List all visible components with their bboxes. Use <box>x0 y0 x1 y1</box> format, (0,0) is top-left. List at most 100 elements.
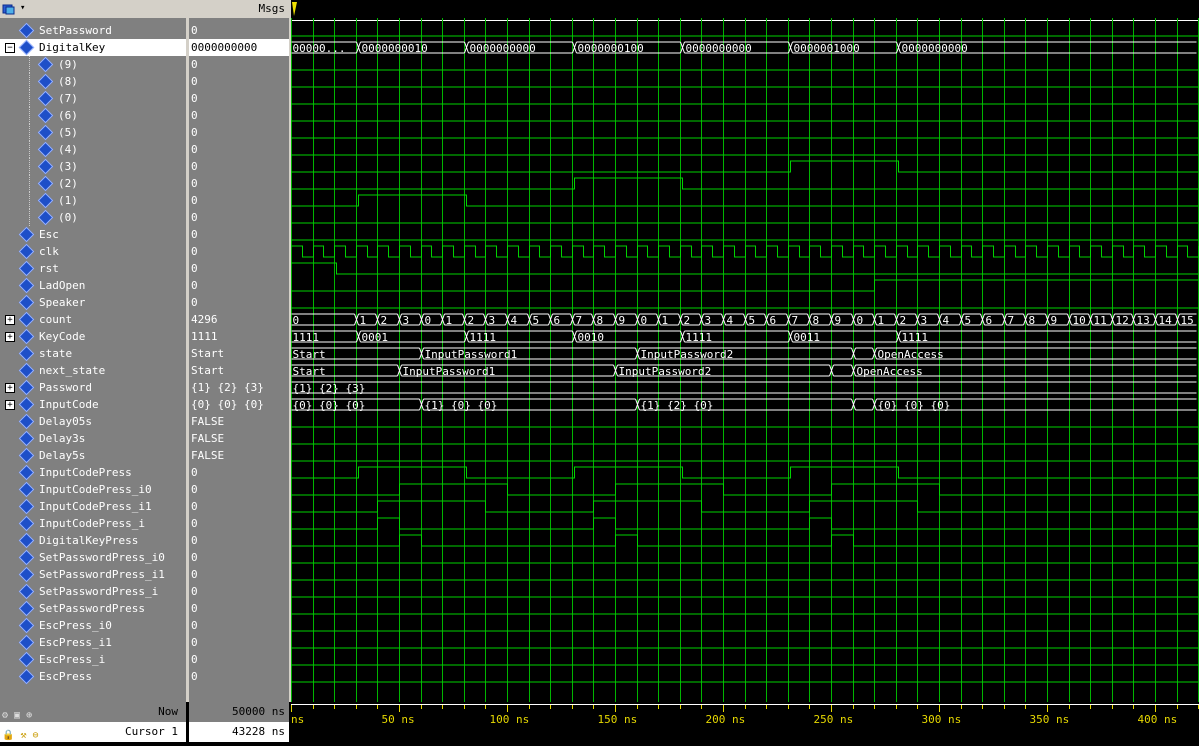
signal-waveform <box>291 500 1199 513</box>
signal-row[interactable]: − DigitalKey <box>0 39 186 56</box>
bus-segment <box>291 313 355 326</box>
signal-row[interactable]: InputCodePress <box>0 464 186 481</box>
signal-row[interactable]: EscPress_i1 <box>0 634 186 651</box>
signal-name: Esc <box>39 228 59 241</box>
signal-row[interactable]: (5) <box>0 124 186 141</box>
chevron-down-icon[interactable]: ▾ <box>20 3 25 13</box>
bus-value-label: 1111 <box>902 331 929 344</box>
signal-row[interactable]: EscPress_i <box>0 651 186 668</box>
signal-row[interactable]: EscPress <box>0 668 186 685</box>
pane-splitter[interactable] <box>186 0 189 742</box>
signal-row[interactable]: EscPress_i0 <box>0 617 186 634</box>
signal-row[interactable]: (3) <box>0 158 186 175</box>
signal-name: EscPress_i0 <box>39 619 112 632</box>
signals-menu-icon[interactable] <box>2 3 16 15</box>
signal-row[interactable]: Delay5s <box>0 447 186 464</box>
signal-value: 0 <box>191 466 198 479</box>
timeline-ruler[interactable]: ns 50 ns 100 ns 150 ns 200 ns 250 ns 300 ns 350… <box>291 702 1199 742</box>
signal-icon <box>18 447 35 464</box>
signal-row[interactable]: SetPasswordPress <box>0 600 186 617</box>
signal-name: InputCodePress_i1 <box>39 500 152 513</box>
bus-value-label: {1} {0} {0} <box>425 399 498 412</box>
bus-value-label: 0000001000 <box>794 42 860 55</box>
expand-icon[interactable]: + <box>5 400 15 410</box>
signal-icon <box>37 107 54 124</box>
signal-value: 0 <box>191 551 198 564</box>
signal-row[interactable]: InputCodePress_i1 <box>0 498 186 515</box>
signal-row[interactable]: SetPasswordPress_i1 <box>0 566 186 583</box>
signal-row[interactable]: Delay3s <box>0 430 186 447</box>
signal-names-pane: SetPassword − DigitalKey (9) (8) (7) (6) (5) (4)… <box>0 18 186 702</box>
signal-value: 0 <box>191 296 198 309</box>
signal-row[interactable]: InputCodePress_i <box>0 515 186 532</box>
signal-value: 0 <box>191 262 198 275</box>
signal-icon <box>18 651 35 668</box>
expand-icon[interactable]: + <box>5 315 15 325</box>
tree-line <box>29 107 30 124</box>
tree-line <box>29 175 30 192</box>
signal-icon <box>37 192 54 209</box>
signal-icon <box>18 39 35 56</box>
signal-row[interactable]: InputCodePress_i0 <box>0 481 186 498</box>
tree-line <box>29 90 30 107</box>
bus-value-label: 6 <box>770 314 777 327</box>
bus-segment <box>852 398 873 411</box>
bus-value-label: {0} {0} {0} <box>878 399 951 412</box>
bus-value-label: 1 <box>360 314 367 327</box>
signal-name: Speaker <box>39 296 86 309</box>
signal-name: Delay3s <box>39 432 86 445</box>
signal-row[interactable]: (8) <box>0 73 186 90</box>
signal-row[interactable]: Delay05s <box>0 413 186 430</box>
signal-value: 0 <box>191 24 198 37</box>
signal-icon <box>18 464 35 481</box>
signal-row[interactable]: (2) <box>0 175 186 192</box>
signal-value: 0 <box>191 177 198 190</box>
signal-row[interactable]: + KeyCode <box>0 328 186 345</box>
lock-icon[interactable]: 🔒 ⚒ ⊖ <box>2 726 39 746</box>
expand-icon[interactable]: + <box>5 332 15 342</box>
signal-row[interactable]: rst <box>0 260 186 277</box>
signal-row[interactable]: (1) <box>0 192 186 209</box>
waveform-pane[interactable]: 00000... 0000000010 0000000000 0000000100 00… <box>291 18 1199 702</box>
signal-row[interactable]: + InputCode <box>0 396 186 413</box>
bus-value-label: 1 <box>662 314 669 327</box>
bus-value-label: 0000000000 <box>470 42 536 55</box>
signal-icon <box>18 532 35 549</box>
bus-value-label: 8 <box>597 314 604 327</box>
cursor-row[interactable]: 🔒 ⚒ ⊖ Cursor 1 <box>0 722 186 742</box>
cursor-value: 43228 ns <box>189 722 289 742</box>
ruler-tick-label: 150 ns <box>598 713 638 726</box>
signal-row[interactable]: next_state <box>0 362 186 379</box>
bus-value-label: 9 <box>1051 314 1058 327</box>
signal-row[interactable]: (6) <box>0 107 186 124</box>
expand-icon[interactable]: + <box>5 383 15 393</box>
tree-line <box>29 141 30 158</box>
signal-row[interactable]: (0) <box>0 209 186 226</box>
signal-icon <box>18 328 35 345</box>
signal-row[interactable]: state <box>0 345 186 362</box>
signal-name: LadOpen <box>39 279 86 292</box>
ruler-tick-label: 300 ns <box>922 713 962 726</box>
signal-row[interactable]: (4) <box>0 141 186 158</box>
signal-name: rst <box>39 262 59 275</box>
signal-row[interactable]: + count <box>0 311 186 328</box>
bus-value-label: InputPassword1 <box>403 365 496 378</box>
signal-row[interactable]: SetPassword <box>0 22 186 39</box>
signal-row[interactable]: Speaker <box>0 294 186 311</box>
signal-row[interactable]: (9) <box>0 56 186 73</box>
signal-name: (3) <box>58 160 78 173</box>
signal-name: InputCode <box>39 398 99 411</box>
status-area: ⚙ ▣ ⊕ Now 50000 ns 🔒 ⚒ ⊖ Cursor 1 43228 … <box>0 702 1199 742</box>
signal-row[interactable]: (7) <box>0 90 186 107</box>
signal-row[interactable]: LadOpen <box>0 277 186 294</box>
bus-value-label: 0 <box>641 314 648 327</box>
signal-row[interactable]: Esc <box>0 226 186 243</box>
signal-row[interactable]: + Password <box>0 379 186 396</box>
signal-row[interactable]: clk <box>0 243 186 260</box>
bus-segment <box>830 364 852 377</box>
signal-row[interactable]: DigitalKeyPress <box>0 532 186 549</box>
cursor-marker-icon[interactable] <box>291 1 299 17</box>
collapse-icon[interactable]: − <box>5 43 15 53</box>
signal-row[interactable]: SetPasswordPress_i <box>0 583 186 600</box>
signal-row[interactable]: SetPasswordPress_i0 <box>0 549 186 566</box>
